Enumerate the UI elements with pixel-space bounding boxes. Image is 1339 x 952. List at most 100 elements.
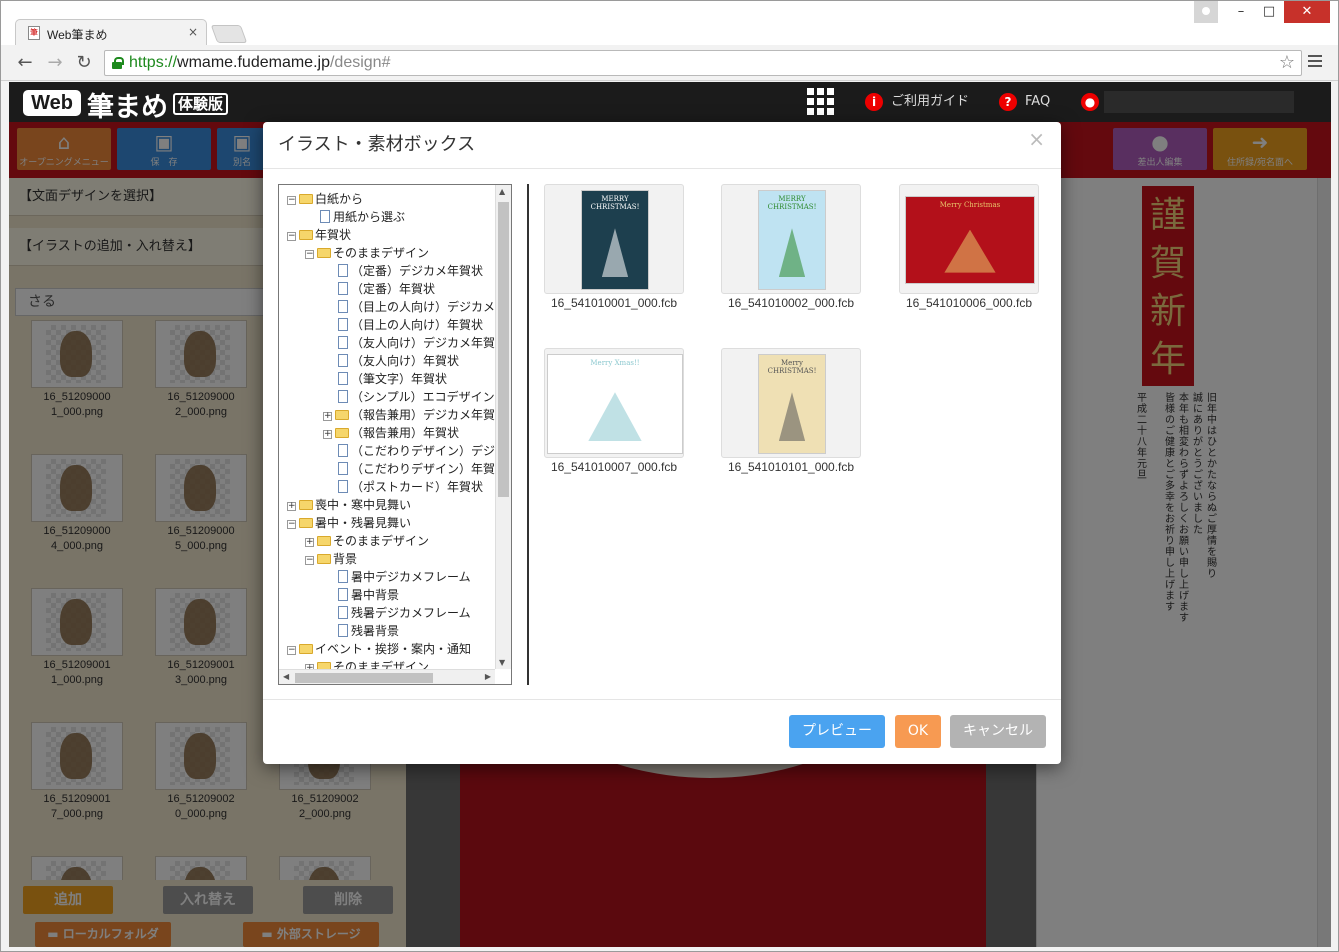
- bookmark-star-icon[interactable]: ☆: [1279, 52, 1295, 73]
- card-art-decoration: [601, 228, 629, 278]
- back-arrow-icon[interactable]: ←: [13, 51, 37, 75]
- material-item[interactable]: Merry Christmas 16_541010006_000.fcb: [899, 184, 1049, 334]
- document-icon: [338, 354, 348, 367]
- tree-node[interactable]: （定番）デジカメ年賀状: [323, 262, 483, 280]
- ok-button[interactable]: OK: [895, 715, 941, 748]
- preview-button[interactable]: プレビュー: [789, 715, 885, 748]
- tree-node[interactable]: （ポストカード）年賀状: [323, 478, 483, 496]
- collapse-icon[interactable]: −: [287, 196, 296, 205]
- tree-node[interactable]: （定番）年賀状: [323, 280, 435, 298]
- guide-label: ご利用ガイド: [891, 94, 970, 109]
- tree-node[interactable]: （こだわりデザイン）年賀: [323, 460, 495, 478]
- reload-icon[interactable]: ↻: [72, 51, 96, 75]
- expand-icon[interactable]: +: [305, 538, 314, 547]
- card-artwork: MERRY CHRISTMAS!: [581, 190, 649, 290]
- maximize-button[interactable]: □: [1256, 1, 1282, 23]
- tree-node[interactable]: 残暑デジカメフレーム: [323, 604, 471, 622]
- collapse-icon[interactable]: −: [287, 646, 296, 655]
- tree-node[interactable]: 暑中背景: [323, 586, 399, 604]
- user-profile-icon[interactable]: [1194, 1, 1218, 23]
- tree-node[interactable]: 残暑背景: [323, 622, 399, 640]
- tree-node-label: （ポストカード）年賀状: [351, 480, 484, 494]
- cancel-button[interactable]: キャンセル: [950, 715, 1046, 748]
- browser-tab[interactable]: 筆 Web筆まめ ×: [15, 19, 207, 46]
- folder-icon: [317, 536, 331, 546]
- tree-node-label: （目上の人向け）年賀状: [351, 318, 484, 332]
- tree-node-label: 残暑デジカメフレーム: [351, 606, 471, 620]
- expand-icon[interactable]: +: [323, 412, 332, 421]
- category-tree: − 白紙から 用紙から選ぶ − 年賀状 − そのままデザイン （定番）デジカメ年賀状 （定番）年…: [278, 184, 512, 685]
- tree-node[interactable]: + そのままデザイン: [305, 532, 429, 550]
- tree-node-label: そのままデザイン: [333, 246, 430, 260]
- folder-icon: [335, 410, 349, 420]
- folder-icon: [299, 500, 313, 510]
- tree-node[interactable]: （目上の人向け）年賀状: [323, 316, 483, 334]
- tree-node-label: 暑中背景: [351, 588, 400, 602]
- tree-node[interactable]: （目上の人向け）デジカメ: [323, 298, 495, 316]
- expand-icon[interactable]: +: [323, 430, 332, 439]
- tree-vertical-scrollbar[interactable]: ▲ ▼: [495, 185, 511, 669]
- dialog-title: イラスト・素材ボックス: [278, 134, 476, 155]
- collapse-icon[interactable]: −: [287, 520, 296, 529]
- faq-link[interactable]: ? FAQ: [999, 92, 1050, 114]
- material-item[interactable]: MERRY CHRISTMAS! 16_541010002_000.fcb: [721, 184, 871, 334]
- tree-node[interactable]: − 年賀状: [287, 226, 351, 244]
- tree-node[interactable]: （こだわりデザイン）デジ: [323, 442, 495, 460]
- tab-strip: 筆 Web筆まめ × – □ ✕: [1, 1, 1338, 46]
- browser-window: 筆 Web筆まめ × – □ ✕ ← → ↻ https://wmame.fud…: [0, 0, 1339, 952]
- forward-arrow-icon[interactable]: →: [43, 51, 67, 75]
- expand-icon[interactable]: +: [287, 502, 296, 511]
- tree-node-label: 背景: [333, 552, 358, 566]
- tab-close-icon[interactable]: ×: [188, 25, 198, 39]
- card-artwork: Merry Christmas: [905, 196, 1035, 284]
- folder-icon: [299, 194, 313, 204]
- tree-node[interactable]: （シンプル）エコデザイン: [323, 388, 495, 406]
- apps-grid-icon[interactable]: [807, 88, 835, 116]
- collapse-icon[interactable]: −: [305, 556, 314, 565]
- pane-divider[interactable]: [527, 184, 529, 685]
- new-tab-button[interactable]: [210, 25, 248, 43]
- material-thumb: Merry CHRISTMAS!: [721, 348, 861, 458]
- document-icon: [338, 336, 348, 349]
- collapse-icon[interactable]: −: [287, 232, 296, 241]
- material-item[interactable]: Merry Xmas!! 16_541010007_000.fcb: [544, 348, 694, 498]
- tree-node[interactable]: + 喪中・寒中見舞い: [287, 496, 411, 514]
- document-icon: [338, 300, 348, 313]
- tree-node[interactable]: − 白紙から: [287, 190, 363, 208]
- tree-node[interactable]: − そのままデザイン: [305, 244, 429, 262]
- browser-menu-icon[interactable]: [1308, 55, 1322, 69]
- tree-node[interactable]: （友人向け）年賀状: [323, 352, 459, 370]
- user-name-redacted: [1104, 91, 1294, 113]
- card-artwork: Merry CHRISTMAS!: [758, 354, 826, 454]
- tree-horizontal-scrollbar[interactable]: ◀ ▶: [279, 669, 495, 684]
- close-window-button[interactable]: ✕: [1284, 1, 1330, 23]
- material-item[interactable]: MERRY CHRISTMAS! 16_541010001_000.fcb: [544, 184, 694, 334]
- scroll-left-icon[interactable]: ◀: [283, 672, 289, 681]
- scroll-right-icon[interactable]: ▶: [485, 672, 491, 681]
- scroll-down-icon[interactable]: ▼: [499, 658, 505, 667]
- material-box-dialog: イラスト・素材ボックス × − 白紙から 用紙から選ぶ − 年賀状 − そのままデザイン （定…: [263, 122, 1061, 764]
- scroll-thumb[interactable]: [498, 202, 509, 497]
- tree-node[interactable]: （友人向け）デジカメ年賀: [323, 334, 495, 352]
- tree-node[interactable]: + （報告兼用）年賀状: [323, 424, 459, 442]
- minimize-button[interactable]: –: [1228, 1, 1254, 23]
- tree-node[interactable]: （筆文字）年賀状: [323, 370, 447, 388]
- scroll-up-icon[interactable]: ▲: [499, 187, 505, 196]
- material-thumb: MERRY CHRISTMAS!: [544, 184, 684, 294]
- folder-icon: [299, 518, 313, 528]
- material-item[interactable]: Merry CHRISTMAS! 16_541010101_000.fcb: [721, 348, 871, 498]
- tree-node-label: （定番）デジカメ年賀状: [351, 264, 484, 278]
- tree-node[interactable]: − 背景: [305, 550, 357, 568]
- guide-link[interactable]: i ご利用ガイド: [865, 92, 969, 114]
- tree-node[interactable]: − イベント・挨拶・案内・通知: [287, 640, 471, 658]
- collapse-icon[interactable]: −: [305, 250, 314, 259]
- tree-node[interactable]: − 暑中・残暑見舞い: [287, 514, 411, 532]
- tree-node[interactable]: 用紙から選ぶ: [305, 208, 405, 226]
- dialog-close-icon[interactable]: ×: [1028, 127, 1045, 151]
- tree-node[interactable]: 暑中デジカメフレーム: [323, 568, 471, 586]
- material-thumb: Merry Christmas: [899, 184, 1039, 294]
- tree-node[interactable]: + （報告兼用）デジカメ年賀: [323, 406, 495, 424]
- document-icon: [338, 282, 348, 295]
- address-bar[interactable]: https://wmame.fudemame.jp/design# ☆: [104, 50, 1302, 76]
- scroll-thumb[interactable]: [295, 673, 433, 683]
